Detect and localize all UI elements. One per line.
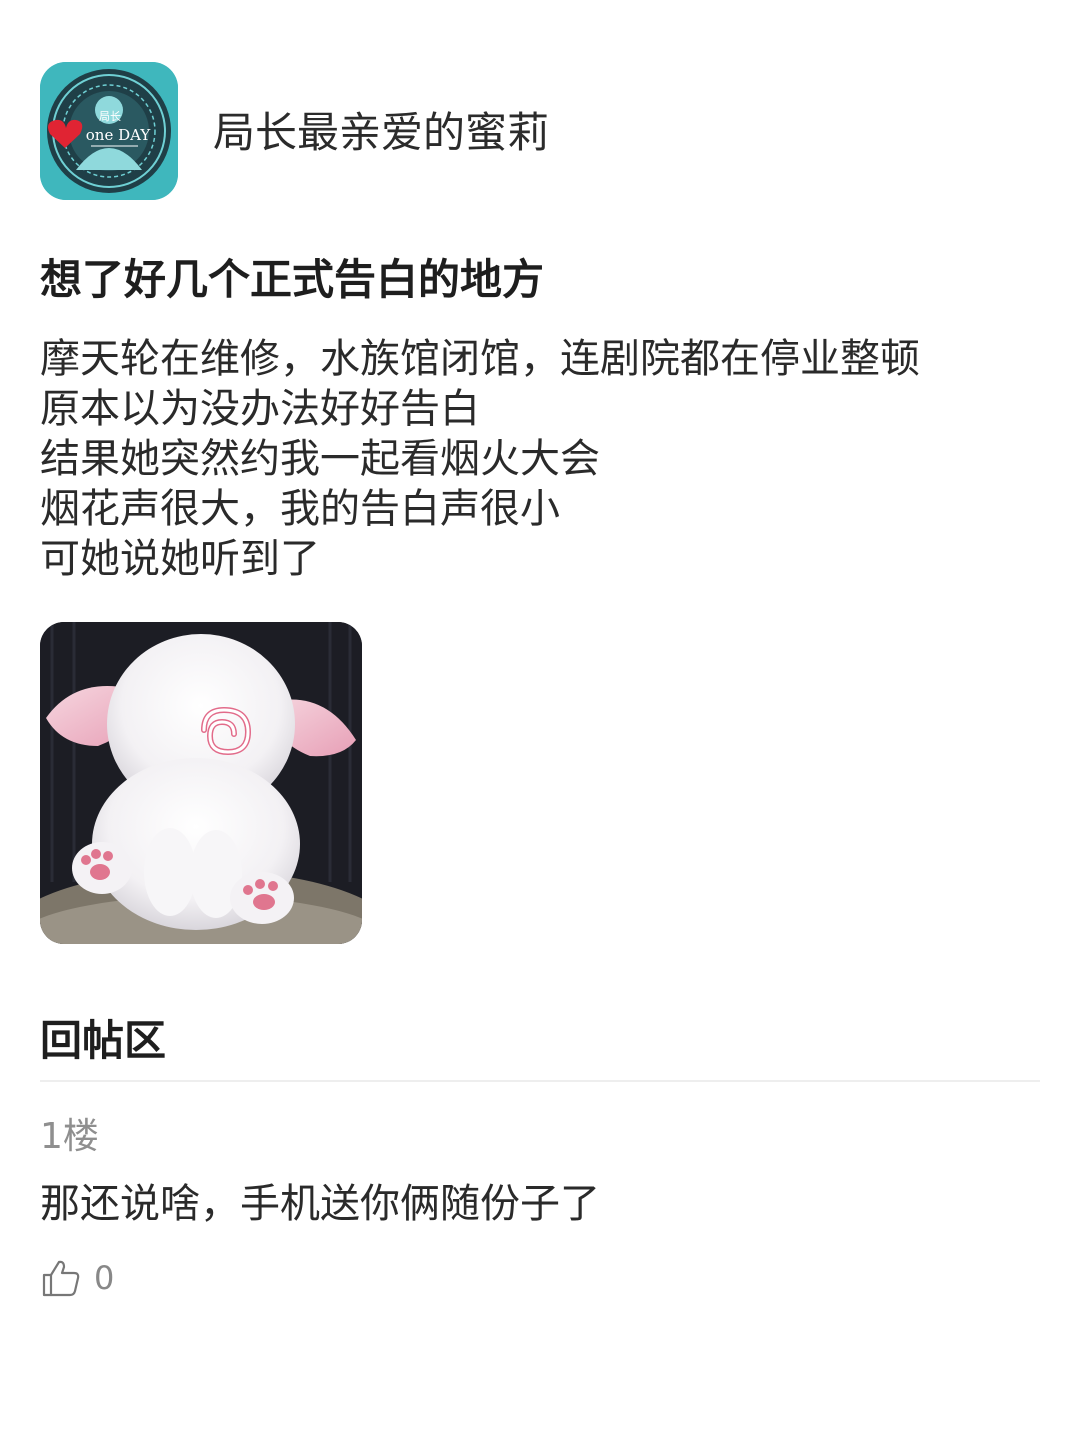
reply-floor-label: 1楼 [40, 1116, 99, 1157]
author-name[interactable]: 局长最亲爱的蜜莉 [213, 106, 549, 160]
post-title: 想了好几个正式告白的地方 [40, 255, 545, 304]
reply-text: 那还说啥，手机送你俩随份子了 [40, 1181, 600, 1227]
avatar-badge-top: 局长 [99, 110, 121, 123]
avatar-badge-text: one DAY [86, 126, 152, 144]
like-button[interactable]: 0 [40, 1256, 114, 1300]
replies-heading: 回帖区 [40, 1016, 167, 1065]
post-image[interactable] [40, 622, 362, 944]
divider [40, 1080, 1040, 1082]
post-line: 原本以为没办法好好告白 [40, 386, 480, 432]
author-avatar[interactable]: 局长 one DAY [40, 62, 178, 200]
white-kitten-photo [40, 622, 362, 944]
like-count: 0 [94, 1259, 115, 1297]
avatar-badge-icon: 局长 one DAY [40, 62, 178, 200]
post-line: 摩天轮在维修，水族馆闭馆，连剧院都在停业整顿 [40, 336, 920, 382]
post-line: 可她说她听到了 [40, 536, 320, 582]
post-line: 结果她突然约我一起看烟火大会 [40, 436, 600, 482]
post-line: 烟花声很大，我的告白声很小 [40, 486, 560, 532]
thumbs-up-icon [42, 1260, 80, 1297]
post-body: 摩天轮在维修，水族馆闭馆，连剧院都在停业整顿 原本以为没办法好好告白 结果她突然… [40, 334, 1040, 584]
